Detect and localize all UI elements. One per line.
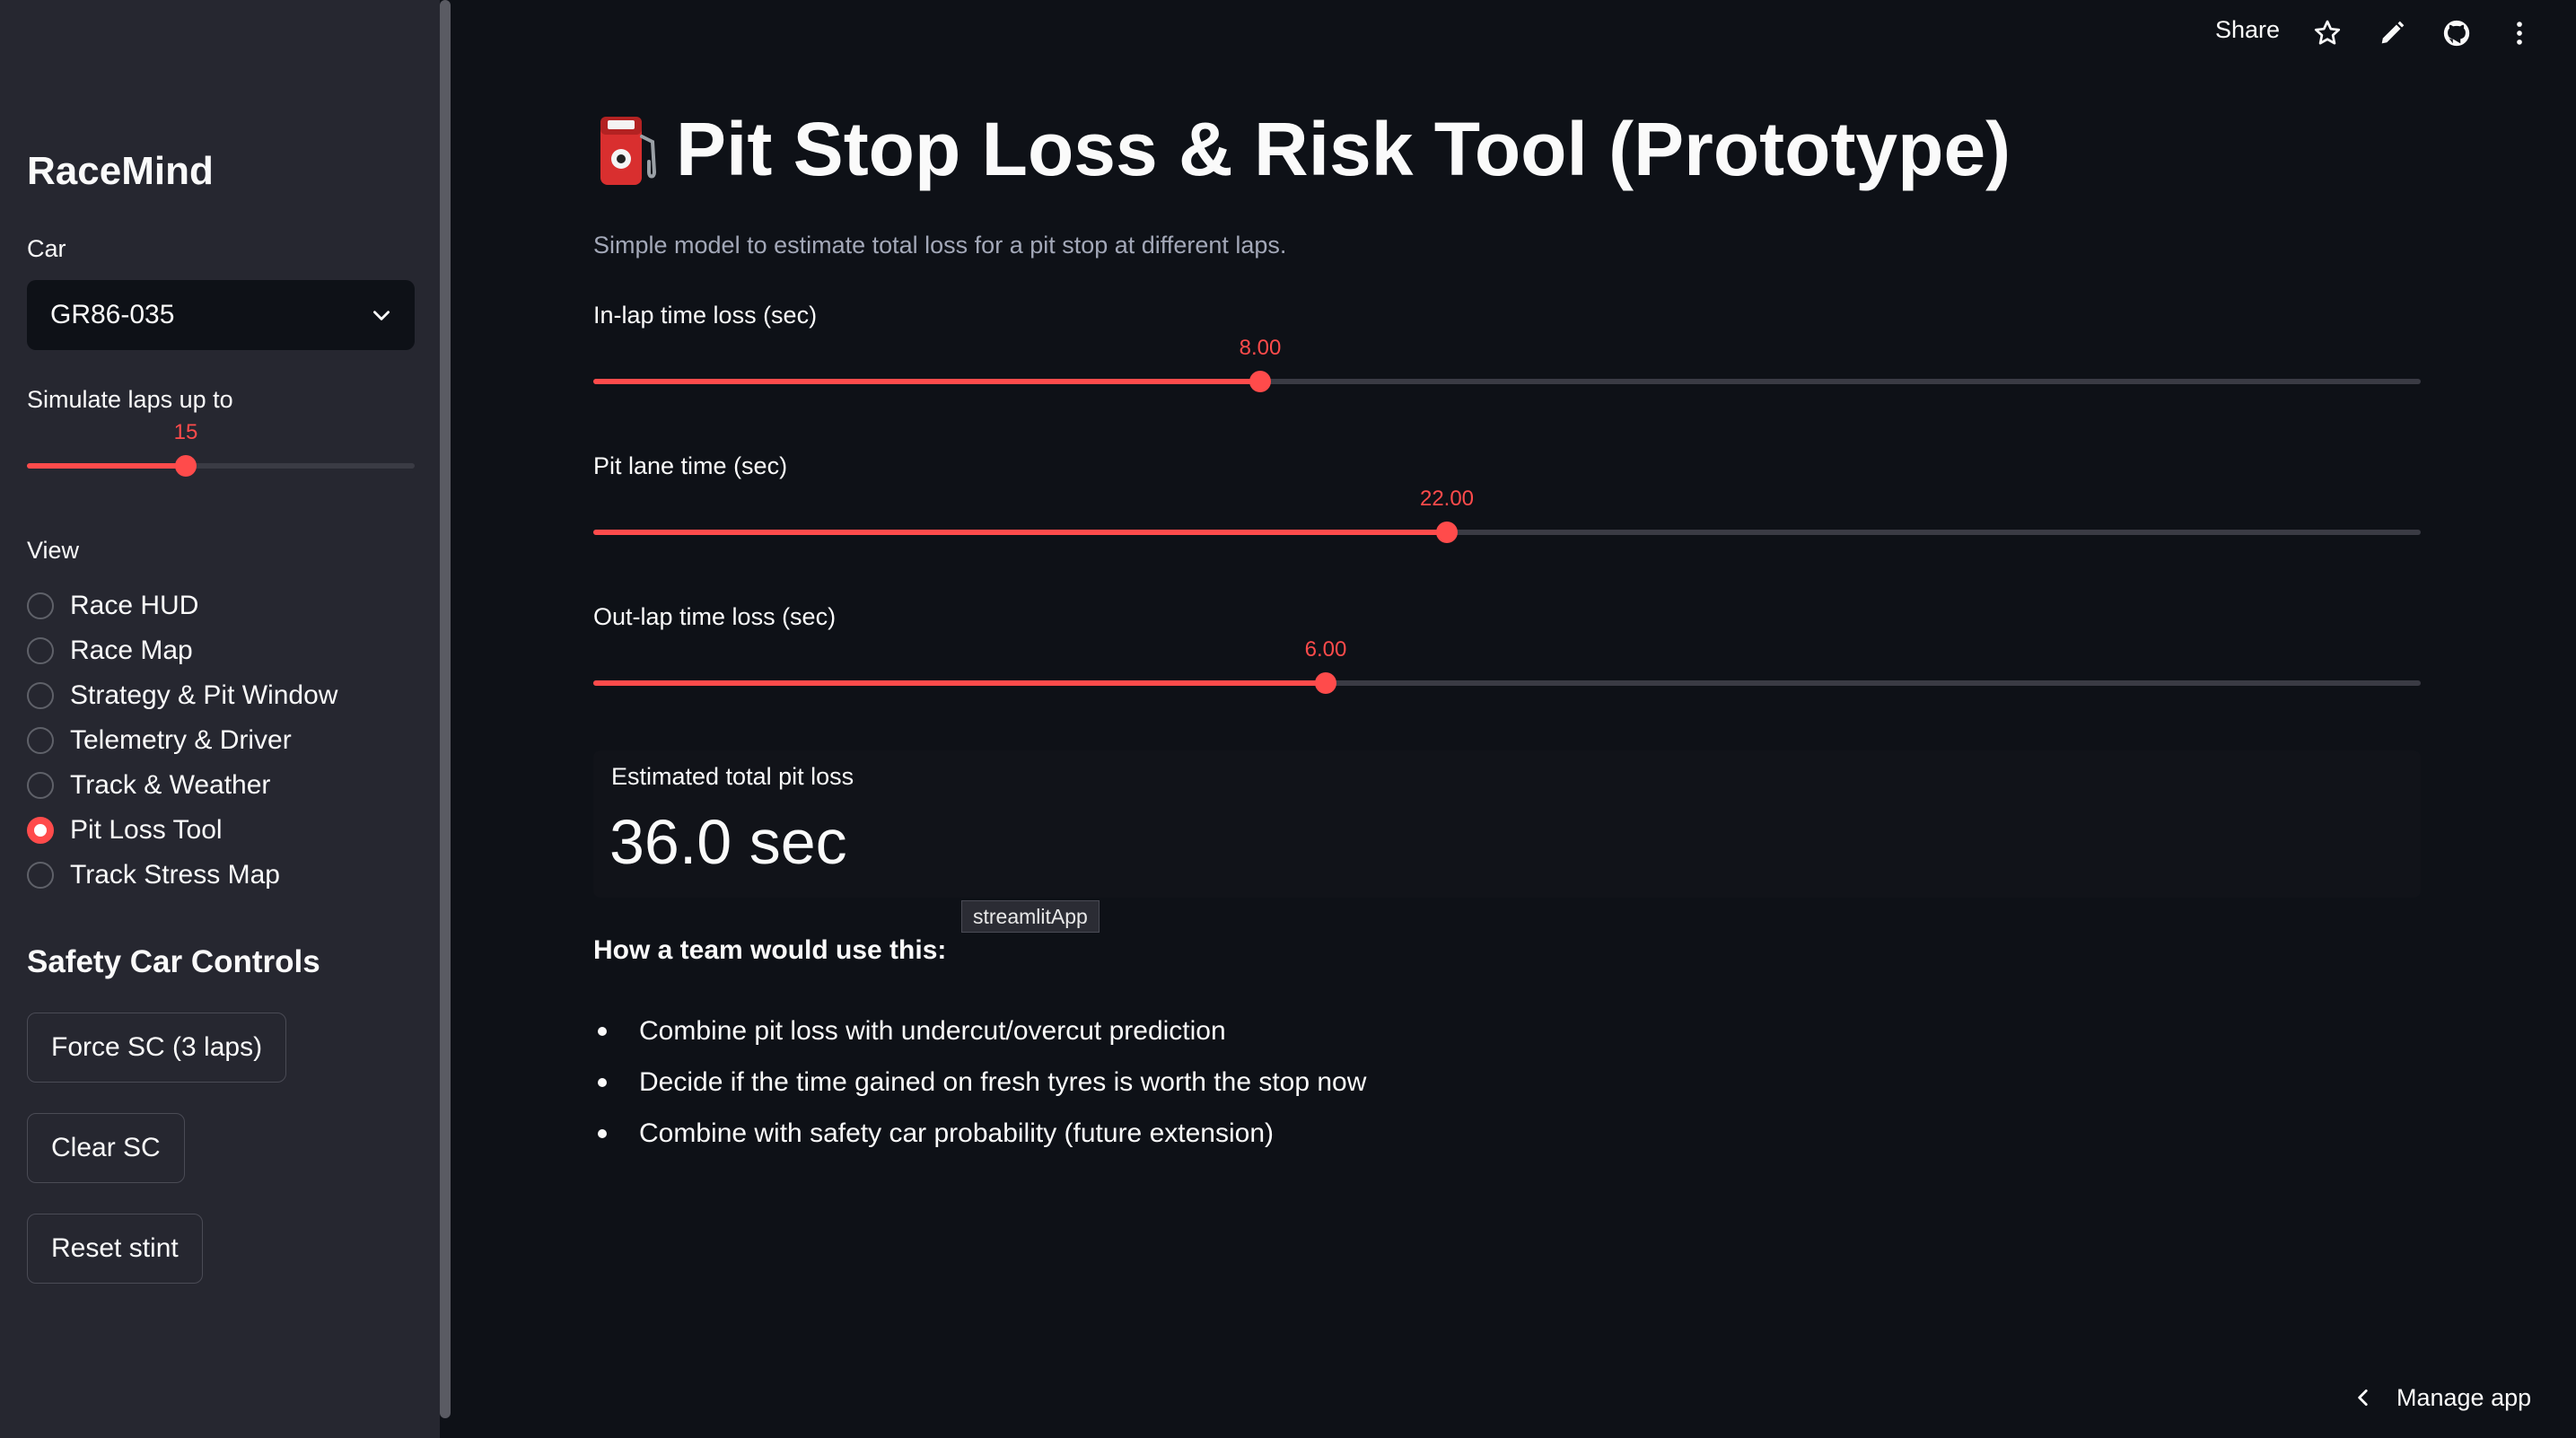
radio-telemetry-driver[interactable]: Telemetry & Driver xyxy=(27,718,337,763)
radio-label: Race Map xyxy=(70,636,193,665)
radio-race-map[interactable]: Race Map xyxy=(27,628,337,673)
howto-heading: How a team would use this: xyxy=(593,935,947,965)
bullet-dot xyxy=(598,1026,607,1036)
pit-lane-slider-thumb[interactable] xyxy=(1436,522,1458,543)
out-lap-slider-thumb[interactable] xyxy=(1315,672,1336,694)
pit-lane-slider-fill xyxy=(593,530,1447,535)
car-label: Car xyxy=(27,235,66,262)
car-select-value: GR86-035 xyxy=(50,300,175,329)
in-lap-slider-thumb[interactable] xyxy=(1249,371,1271,392)
radio-track-stress-map[interactable]: Track Stress Map xyxy=(27,853,337,898)
page-title: Pit Stop Loss & Risk Tool (Prototype) xyxy=(676,107,2011,191)
page-title-row: Pit Stop Loss & Risk Tool (Prototype) xyxy=(593,106,2011,193)
metric-label: Estimated total pit loss xyxy=(611,763,854,790)
app-title: RaceMind xyxy=(27,149,214,193)
laps-slider[interactable] xyxy=(27,455,415,477)
radio-label: Track & Weather xyxy=(70,770,271,800)
radio-label: Telemetry & Driver xyxy=(70,725,292,755)
in-lap-slider-fill xyxy=(593,379,1260,384)
page-subtitle: Simple model to estimate total loss for … xyxy=(593,232,1287,259)
clear-sc-button[interactable]: Clear SC xyxy=(27,1113,185,1183)
out-lap-slider-value: 6.00 xyxy=(1304,637,1347,662)
pit-lane-slider-value: 22.00 xyxy=(1419,487,1475,511)
laps-slider-label: Simulate laps up to xyxy=(27,386,233,413)
laps-slider-thumb[interactable] xyxy=(175,455,197,477)
share-button[interactable]: Share xyxy=(2215,16,2280,44)
radio-button[interactable] xyxy=(27,682,54,709)
in-lap-slider[interactable] xyxy=(593,371,2421,392)
metric-value: 36.0 sec xyxy=(609,807,847,877)
reset-stint-button[interactable]: Reset stint xyxy=(27,1214,203,1284)
view-radio-group: Race HUD Race Map Strategy & Pit Window … xyxy=(27,583,337,898)
radio-button[interactable] xyxy=(27,592,54,619)
radio-label: Race HUD xyxy=(70,591,199,620)
out-lap-slider[interactable] xyxy=(593,672,2421,694)
bullet-dot xyxy=(598,1128,607,1138)
radio-strategy-pit-window[interactable]: Strategy & Pit Window xyxy=(27,673,337,718)
in-lap-slider-label: In-lap time loss (sec) xyxy=(593,302,818,329)
radio-label: Track Stress Map xyxy=(70,860,280,890)
list-item: Decide if the time gained on fresh tyres… xyxy=(593,1057,1366,1108)
star-icon[interactable] xyxy=(2312,18,2343,48)
sidebar-scrollbar[interactable] xyxy=(440,0,451,1418)
out-lap-slider-fill xyxy=(593,680,1326,686)
manage-app-label: Manage app xyxy=(2396,1383,2532,1411)
fuel-pump-icon xyxy=(600,116,657,185)
pit-lane-slider-label: Pit lane time (sec) xyxy=(593,452,788,479)
chevron-down-icon xyxy=(373,311,390,320)
manage-app-button[interactable]: Manage app xyxy=(2352,1382,2531,1413)
pencil-icon[interactable] xyxy=(2377,18,2407,48)
car-select[interactable]: GR86-035 xyxy=(27,280,415,350)
out-lap-slider-label: Out-lap time loss (sec) xyxy=(593,603,837,630)
list-item-text: Decide if the time gained on fresh tyres… xyxy=(639,1066,1367,1097)
radio-button[interactable] xyxy=(27,772,54,799)
radio-button[interactable] xyxy=(27,862,54,889)
in-lap-slider-value: 8.00 xyxy=(1239,336,1282,360)
radio-label: Pit Loss Tool xyxy=(70,815,223,845)
radio-race-hud[interactable]: Race HUD xyxy=(27,583,337,628)
list-item-text: Combine with safety car probability (fut… xyxy=(639,1118,1274,1148)
radio-track-weather[interactable]: Track & Weather xyxy=(27,763,337,808)
safety-car-heading: Safety Car Controls xyxy=(27,944,320,979)
more-vertical-icon[interactable] xyxy=(2504,18,2535,48)
view-label: View xyxy=(27,537,80,564)
chevron-left-icon xyxy=(2358,1390,2368,1406)
list-item: Combine with safety car probability (fut… xyxy=(593,1108,1366,1159)
list-item-text: Combine pit loss with undercut/overcut p… xyxy=(639,1015,1226,1046)
tooltip: streamlitApp xyxy=(961,900,1100,933)
pit-lane-slider[interactable] xyxy=(593,522,2421,543)
radio-button[interactable] xyxy=(27,637,54,664)
laps-slider-fill xyxy=(27,463,186,469)
force-sc-button[interactable]: Force SC (3 laps) xyxy=(27,1013,287,1083)
radio-pit-loss-tool[interactable]: Pit Loss Tool xyxy=(27,808,337,853)
pit-loss-metric: Estimated total pit loss 36.0 sec xyxy=(593,750,2421,898)
sidebar: RaceMind Car GR86-035 Simulate laps up t… xyxy=(0,0,440,1438)
list-item: Combine pit loss with undercut/overcut p… xyxy=(593,1005,1366,1057)
radio-button[interactable] xyxy=(27,727,54,754)
github-icon[interactable] xyxy=(2441,18,2472,48)
howto-list: Combine pit loss with undercut/overcut p… xyxy=(593,1005,1366,1159)
radio-button-selected[interactable] xyxy=(27,817,54,844)
bullet-dot xyxy=(598,1077,607,1087)
radio-label: Strategy & Pit Window xyxy=(70,680,338,710)
laps-slider-value: 15 xyxy=(173,420,198,444)
